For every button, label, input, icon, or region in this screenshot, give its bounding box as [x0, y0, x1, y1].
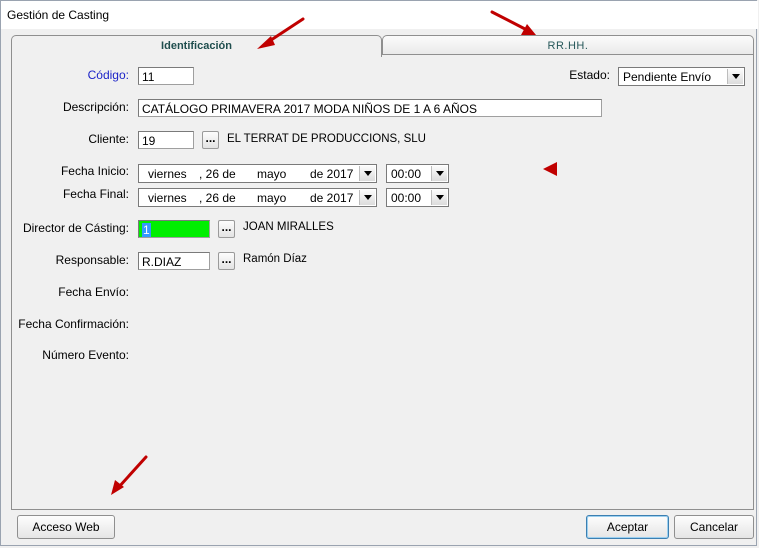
fecha-inicio-weekday: viernes	[148, 167, 187, 181]
cliente-lookup-button[interactable]: ...	[202, 131, 219, 149]
fecha-inicio-picker[interactable]: viernes , 26 de mayo de 2017	[138, 164, 377, 183]
cliente-input[interactable]: 19	[138, 131, 194, 149]
numero-evento-label: Número Evento:	[42, 348, 129, 362]
fecha-final-label: Fecha Final:	[62, 187, 129, 201]
director-name: JOAN MIRALLES	[243, 221, 334, 233]
cliente-name: EL TERRAT DE PRODUCCIONS, SLU	[227, 133, 426, 145]
responsable-name: Ramón Díaz	[243, 253, 307, 265]
acceso-web-button[interactable]: Acceso Web	[17, 515, 115, 539]
hora-inicio-value: 00:00	[391, 167, 422, 181]
codigo-input[interactable]: 11	[138, 67, 194, 85]
hora-final-picker[interactable]: 00:00	[386, 188, 449, 207]
chevron-down-icon[interactable]	[431, 166, 447, 181]
fecha-final-month: mayo	[257, 191, 287, 205]
director-selected-text: 1	[142, 223, 151, 237]
descripcion-label: Descripción:	[62, 100, 129, 114]
fecha-final-year: de 2017	[310, 191, 354, 205]
aceptar-button[interactable]: Aceptar	[586, 515, 669, 539]
cliente-label: Cliente:	[88, 132, 129, 146]
estado-label: Estado:	[569, 68, 610, 82]
chevron-down-icon[interactable]	[727, 69, 743, 84]
fecha-final-picker[interactable]: viernes , 26 de mayo de 2017	[138, 188, 377, 207]
estado-select[interactable]: Pendiente Envío	[618, 67, 745, 86]
cancelar-button[interactable]: Cancelar	[674, 515, 754, 539]
fecha-inicio-day: , 26 de	[199, 167, 236, 181]
calendar-dropdown-icon[interactable]	[359, 166, 375, 181]
descripcion-input[interactable]: CATÁLOGO PRIMAVERA 2017 MODA NIÑOS DE 1 …	[138, 99, 602, 117]
chevron-down-icon[interactable]	[431, 190, 447, 205]
arrow-icon	[111, 455, 148, 495]
calendar-dropdown-icon[interactable]	[359, 190, 375, 205]
director-input[interactable]: 1	[138, 220, 210, 238]
hora-final-value: 00:00	[391, 191, 422, 205]
fecha-confirmacion-label: Fecha Confirmación:	[18, 317, 129, 331]
responsable-label: Responsable:	[55, 253, 129, 267]
hora-inicio-picker[interactable]: 00:00	[386, 164, 449, 183]
triangle-marker-icon	[543, 162, 557, 176]
codigo-label: Código:	[87, 68, 129, 82]
fecha-final-day: , 26 de	[199, 191, 236, 205]
estado-value: Pendiente Envío	[623, 70, 712, 84]
arrow-icon	[490, 10, 536, 35]
fecha-envio-label: Fecha Envío:	[58, 285, 129, 299]
fecha-final-weekday: viernes	[148, 191, 187, 205]
fecha-inicio-label: Fecha Inicio:	[60, 164, 129, 178]
director-label: Director de Cásting:	[22, 221, 129, 235]
arrow-icon	[257, 17, 305, 49]
responsable-input[interactable]: R.DIAZ	[138, 252, 210, 270]
fecha-inicio-month: mayo	[257, 167, 287, 181]
director-lookup-button[interactable]: ...	[218, 220, 235, 238]
responsable-lookup-button[interactable]: ...	[218, 252, 235, 270]
fecha-inicio-year: de 2017	[310, 167, 354, 181]
